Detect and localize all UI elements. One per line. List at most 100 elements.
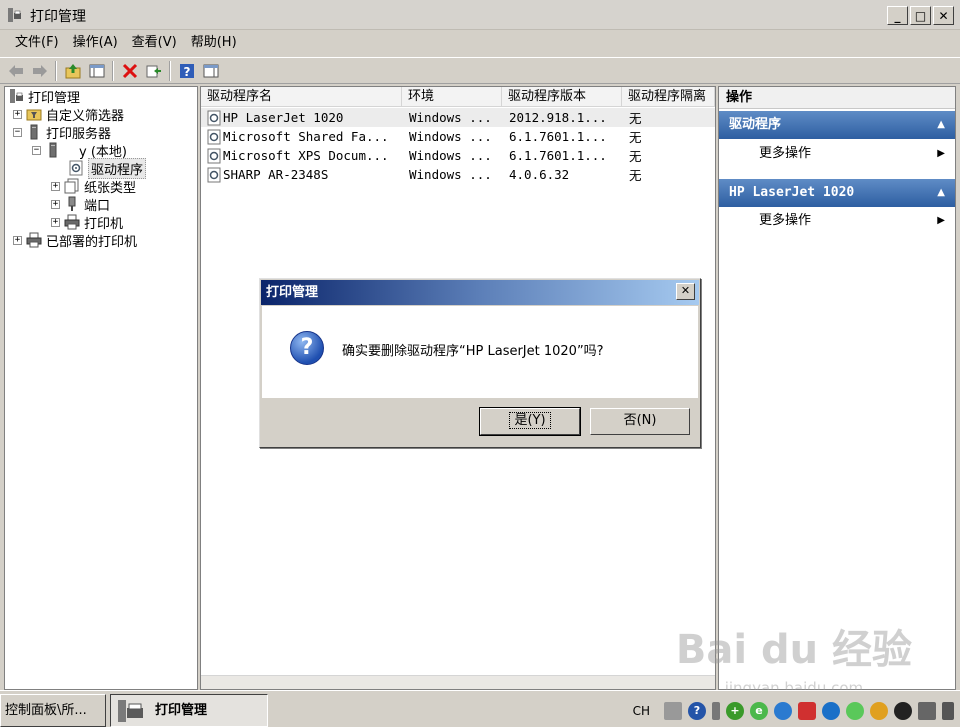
cell-driver-name: HP LaserJet 1020 — [223, 110, 344, 125]
tree-item-label: 打印服务器 — [46, 126, 112, 142]
tree-item-ports[interactable]: + 端口 — [51, 195, 111, 214]
toolbar-separator — [169, 60, 171, 81]
taskbar: 控制面板\所... 打印管理 CH ? + e — [0, 690, 960, 727]
tree-item-custom-filters[interactable]: + 自定义筛选器 — [13, 105, 124, 124]
close-button[interactable]: ✕ — [933, 6, 954, 25]
action-group-label: HP LaserJet 1020 — [729, 185, 855, 200]
network-icon[interactable] — [918, 701, 936, 720]
yes-button-label: 是(Y) — [509, 412, 551, 429]
yes-button[interactable]: 是(Y) — [479, 407, 581, 436]
table-row[interactable]: SHARP AR-2348S Windows ... 4.0.6.32 无 — [201, 165, 715, 184]
submenu-arrow-icon: ▶ — [937, 148, 945, 159]
window-title: 打印管理 — [30, 9, 86, 25]
minimize-button[interactable]: _ — [887, 6, 908, 25]
column-header-driver-name[interactable]: 驱动程序名 — [201, 87, 402, 107]
cell-version: 6.1.7601.1... — [509, 148, 607, 163]
menu-file[interactable]: 文件(F) — [8, 33, 66, 53]
tree-item-print-servers[interactable]: − 打印服务器 — [13, 123, 112, 142]
delete-icon[interactable] — [119, 60, 140, 81]
tree-item-deployed-printers[interactable]: + 已部署的打印机 — [13, 231, 137, 250]
cell-isolation: 无 — [629, 149, 642, 164]
tree-item-forms[interactable]: + 纸张类型 — [51, 177, 136, 196]
tray-expand-icon[interactable] — [712, 701, 720, 720]
tree-item-label: 端口 — [84, 198, 111, 214]
security-icon[interactable]: + — [726, 701, 744, 720]
collapse-up-icon[interactable]: ▲ — [937, 179, 945, 207]
more-actions-item[interactable]: 更多操作 ▶ — [719, 208, 955, 234]
teamviewer-icon[interactable] — [822, 701, 840, 720]
cell-isolation: 无 — [629, 168, 642, 183]
export-icon[interactable] — [143, 60, 164, 81]
wechat-icon[interactable] — [846, 701, 864, 720]
cell-driver-name: Microsoft XPS Docum... — [223, 148, 389, 163]
menu-action[interactable]: 操作(A) — [66, 33, 125, 53]
show-tree-icon[interactable] — [86, 60, 107, 81]
chrome-icon[interactable] — [870, 701, 888, 720]
cell-environment: Windows ... — [409, 167, 492, 182]
help-icon[interactable]: ? — [688, 701, 706, 720]
keyboard-icon[interactable] — [664, 701, 682, 720]
menu-bar: 文件(F) 操作(A) 查看(V) 帮助(H) — [0, 30, 960, 56]
collapse-toggle[interactable]: − — [13, 127, 22, 137]
dialog-close-button[interactable]: ✕ — [676, 283, 695, 300]
volume-icon[interactable] — [942, 701, 954, 720]
language-indicator[interactable]: CH — [633, 704, 650, 718]
column-header-driver-version[interactable]: 驱动程序版本 — [502, 87, 622, 107]
maximize-button[interactable]: □ — [910, 6, 931, 25]
cell-driver-name: Microsoft Shared Fa... — [223, 129, 389, 144]
action-group-selected-driver[interactable]: HP LaserJet 1020 ▲ — [719, 179, 955, 207]
tree-item-local-server[interactable]: − y (本地) — [32, 141, 127, 160]
driver-icon — [207, 148, 221, 163]
forms-icon — [64, 178, 79, 194]
tree-item-printers[interactable]: + 打印机 — [51, 213, 124, 232]
dialog-message: 确实要删除驱动程序“HP LaserJet 1020”吗? — [342, 344, 604, 359]
expand-toggle[interactable]: + — [13, 109, 22, 119]
taskbar-item-control-panel[interactable]: 控制面板\所... — [0, 694, 106, 727]
qq-icon[interactable] — [894, 701, 912, 720]
collapse-up-icon[interactable]: ▲ — [937, 111, 945, 139]
cell-environment: Windows ... — [409, 110, 492, 125]
menu-help[interactable]: 帮助(H) — [184, 33, 244, 53]
expand-toggle[interactable]: + — [51, 217, 60, 227]
action-pane-icon[interactable] — [200, 60, 221, 81]
back-icon[interactable] — [5, 60, 26, 81]
expand-toggle[interactable]: + — [13, 235, 22, 245]
expand-toggle[interactable]: + — [51, 181, 60, 191]
list-header: 驱动程序名 环境 驱动程序版本 驱动程序隔离 — [201, 87, 715, 107]
sync-icon[interactable] — [774, 701, 792, 720]
taskbar-item-print-management[interactable]: 打印管理 — [110, 694, 268, 727]
browser-icon[interactable]: e — [750, 701, 768, 720]
expand-toggle[interactable]: + — [51, 199, 60, 209]
no-button[interactable]: 否(N) — [590, 408, 690, 435]
driver-icon — [207, 110, 221, 125]
tree-item-print-management[interactable]: 打印管理 — [8, 87, 80, 106]
taskbar-item-label: 控制面板\所... — [5, 703, 87, 718]
collapse-toggle[interactable]: − — [32, 145, 41, 155]
cell-driver-name: SHARP AR-2348S — [223, 167, 329, 182]
window-titlebar: 打印管理 _ □ ✕ — [0, 0, 960, 30]
server-icon — [49, 142, 57, 158]
driver-icon — [207, 167, 221, 182]
server-icon — [30, 124, 38, 140]
window-controls: _ □ ✕ — [887, 6, 954, 25]
table-row[interactable]: Microsoft Shared Fa... Windows ... 6.1.7… — [201, 127, 715, 146]
action-item-label: 更多操作 — [759, 146, 812, 161]
column-header-driver-isolation[interactable]: 驱动程序隔离 — [622, 87, 715, 107]
more-actions-item[interactable]: 更多操作 ▶ — [719, 141, 955, 167]
table-row[interactable]: HP LaserJet 1020 Windows ... 2012.918.1.… — [201, 108, 715, 127]
action-group-drivers[interactable]: 驱动程序 ▲ — [719, 111, 955, 139]
tree-item-drivers[interactable]: 驱动程序 — [68, 157, 147, 179]
forward-icon[interactable] — [29, 60, 50, 81]
up-icon[interactable] — [62, 60, 83, 81]
horizontal-scrollbar[interactable] — [201, 675, 715, 689]
column-header-environment[interactable]: 环境 — [402, 87, 502, 107]
port-icon — [68, 196, 76, 211]
dialog-body: ? 确实要删除驱动程序“HP LaserJet 1020”吗? — [262, 306, 698, 398]
table-row[interactable]: Microsoft XPS Docum... Windows ... 6.1.7… — [201, 146, 715, 165]
actions-pane: 操作 驱动程序 ▲ 更多操作 ▶ HP LaserJet 1020 ▲ 更多操作… — [718, 86, 956, 690]
filter-folder-icon — [26, 109, 42, 121]
red-app-icon[interactable] — [798, 701, 816, 720]
help-icon[interactable]: ? — [176, 60, 197, 81]
menu-view[interactable]: 查看(V) — [125, 33, 184, 53]
tree-item-label: 打印机 — [84, 216, 124, 232]
